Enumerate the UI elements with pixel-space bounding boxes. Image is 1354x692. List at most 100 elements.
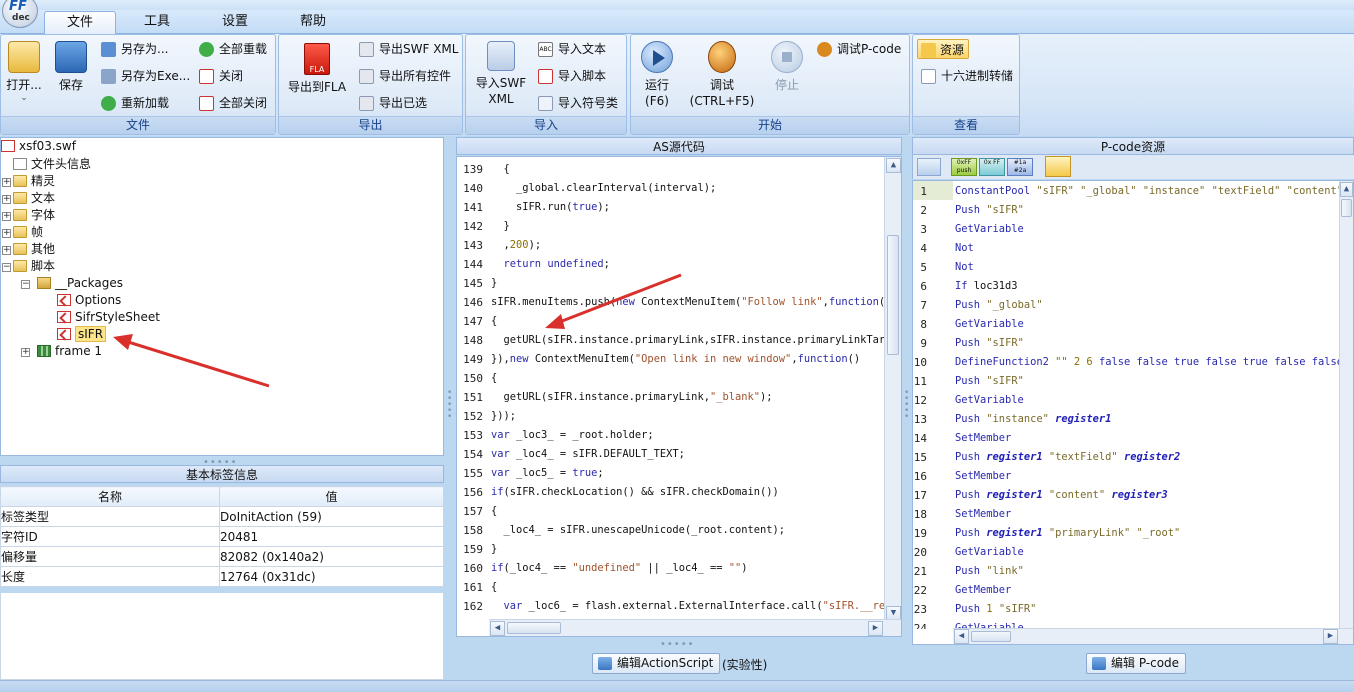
line-number: 18 bbox=[913, 508, 927, 521]
export-swf-xml-button[interactable]: 导出SWF XML bbox=[359, 39, 458, 59]
pcode-graph-icon[interactable] bbox=[917, 158, 941, 176]
scroll-right-arrow-icon[interactable]: ▶ bbox=[1323, 629, 1338, 644]
export-fla-button[interactable]: FLA 导出到FLA bbox=[285, 43, 349, 95]
tab-help[interactable]: 帮助 bbox=[280, 11, 346, 34]
import-symbol-icon bbox=[538, 96, 553, 111]
logo-dec-text: dec bbox=[12, 13, 30, 23]
cell-name: 标签类型 bbox=[0, 506, 220, 527]
code-line: { bbox=[491, 315, 498, 327]
pcode-code-area[interactable]: 1 ConstantPool "sIFR" "_global" "instance… bbox=[913, 181, 1339, 629]
line-number: 155 bbox=[463, 467, 483, 480]
as-hscroll-thumb[interactable] bbox=[507, 622, 561, 634]
line-number: 149 bbox=[463, 353, 483, 366]
table-row[interactable]: 标签类型 DoInitAction (59) bbox=[0, 506, 444, 527]
register-toggle[interactable]: #1a #2a bbox=[1007, 158, 1033, 176]
code-line: sIFR.run(true); bbox=[491, 201, 610, 213]
code-line: { bbox=[491, 581, 498, 593]
scroll-right-arrow-icon[interactable]: ▶ bbox=[868, 621, 883, 636]
stop-icon bbox=[771, 41, 803, 73]
tag-info-panel: 基本标签信息 名称 值 标签类型 DoInitAction (59) 字符ID 20… bbox=[0, 465, 444, 680]
line-number: 144 bbox=[463, 258, 483, 271]
line-number: 150 bbox=[463, 372, 483, 385]
pcode-line: DefineFunction2 "" 2 6 false false true … bbox=[955, 356, 1339, 368]
pcode-hscroll-thumb[interactable] bbox=[971, 631, 1011, 642]
as-vscroll-thumb[interactable] bbox=[887, 235, 899, 355]
pcode-line: Push "sIFR" bbox=[955, 204, 1024, 216]
import-swf-xml-button[interactable]: 导入SWF XML bbox=[470, 41, 532, 107]
cell-value: 12764 (0x31dc) bbox=[219, 566, 444, 587]
tab-settings[interactable]: 设置 bbox=[202, 11, 268, 34]
reload-button[interactable]: 重新加载 bbox=[101, 93, 169, 113]
export-all-button[interactable]: 导出所有控件 bbox=[359, 66, 451, 86]
import-text-button[interactable]: ABC 导入文本 bbox=[538, 39, 606, 59]
tab-file[interactable]: 文件 bbox=[44, 11, 116, 34]
debug-button[interactable]: 调试 (CTRL+F5) bbox=[687, 41, 757, 109]
stop-button[interactable]: 停止 bbox=[765, 41, 809, 93]
push-hex-toggle[interactable]: 0xFF push bbox=[951, 158, 977, 176]
code-line: _global.clearInterval(interval); bbox=[491, 182, 717, 194]
pcode-horizontal-scrollbar[interactable]: ◀ ▶ bbox=[953, 628, 1353, 644]
pcode-vertical-scrollbar[interactable]: ▲ bbox=[1339, 181, 1353, 631]
line-number: 16 bbox=[913, 470, 927, 483]
as-horizontal-scrollbar[interactable]: ◀ ▶ bbox=[489, 619, 901, 636]
line-number: 20 bbox=[913, 546, 927, 559]
pcode-editor[interactable]: 1 ConstantPool "sIFR" "_global" "instance… bbox=[912, 180, 1354, 645]
export-all-label: 导出所有控件 bbox=[379, 69, 452, 83]
table-row[interactable]: 字符ID 20481 bbox=[0, 526, 444, 547]
table-row[interactable]: 长度 12764 (0x31dc) bbox=[0, 566, 444, 587]
group-label-start: 开始 bbox=[631, 116, 909, 134]
debug-pcode-button[interactable]: 调试P-code bbox=[817, 39, 901, 59]
hex-dump-button[interactable]: 十六进制转储 bbox=[921, 66, 1013, 86]
save-as-button[interactable]: 另存为... bbox=[101, 39, 168, 59]
scroll-left-arrow-icon[interactable]: ◀ bbox=[490, 621, 505, 636]
as-code-area[interactable]: 139 {140 _global.clearInterval(interval)… bbox=[457, 157, 885, 620]
tag-info-table: 名称 值 标签类型 DoInitAction (59) 字符ID 20481 偏移量… bbox=[0, 486, 444, 587]
pcode-line: GetVariable bbox=[955, 394, 1024, 406]
reload-all-button[interactable]: 全部重载 bbox=[199, 39, 267, 59]
vertical-splitter-grip[interactable]: • • • • • bbox=[904, 389, 910, 430]
run-button[interactable]: 运行 (F6) bbox=[637, 41, 677, 109]
pcode-vscroll-thumb[interactable] bbox=[1341, 199, 1352, 217]
debug-pcode-label: 调试P-code bbox=[837, 42, 902, 56]
line-number: 153 bbox=[463, 429, 483, 442]
hex-toggle[interactable]: 0x FF bbox=[979, 158, 1005, 176]
scroll-up-arrow-icon[interactable]: ▲ bbox=[886, 158, 901, 173]
close-button[interactable]: 关闭 bbox=[199, 66, 243, 86]
cell-name: 偏移量 bbox=[0, 546, 220, 567]
cell-name: 字符ID bbox=[0, 526, 220, 547]
resources-toggle[interactable]: 资源 bbox=[917, 39, 970, 59]
open-button[interactable]: 打开... ⌄ bbox=[5, 41, 43, 103]
ribbon-group-file: 打开... ⌄ 保存 另存为... 另存为Exe... 重新加载 全部重载 关闭… bbox=[0, 34, 276, 135]
code-line: sIFR.menuItems.push(new ContextMenuItem(… bbox=[491, 296, 885, 308]
experimental-label: (实验性) bbox=[722, 658, 768, 672]
as-vertical-scrollbar[interactable]: ▲ ▼ bbox=[884, 157, 901, 622]
group-label-export: 导出 bbox=[279, 116, 462, 134]
save-as-exe-button[interactable]: 另存为Exe... bbox=[101, 66, 190, 86]
save-button[interactable]: 保存 bbox=[51, 41, 91, 93]
scroll-up-arrow-icon[interactable]: ▲ bbox=[1340, 182, 1353, 197]
line-number: 5 bbox=[920, 261, 927, 274]
import-swf-xml-label-2: XML bbox=[488, 92, 514, 106]
scroll-left-arrow-icon[interactable]: ◀ bbox=[954, 629, 969, 644]
debug-label: 调试 bbox=[709, 78, 734, 92]
import-script-button[interactable]: 导入脚本 bbox=[538, 66, 606, 86]
column-header-value[interactable]: 值 bbox=[219, 486, 444, 507]
cell-value: 20481 bbox=[219, 526, 444, 547]
as-source-editor[interactable]: 139 {140 _global.clearInterval(interval)… bbox=[456, 156, 902, 637]
column-header-name[interactable]: 名称 bbox=[0, 486, 220, 507]
edit-actionscript-button[interactable]: 编辑ActionScript bbox=[592, 653, 721, 674]
pcode-line: Push 1 "sIFR" bbox=[955, 603, 1037, 615]
line-number: 158 bbox=[463, 524, 483, 537]
export-selected-button[interactable]: 导出已选 bbox=[359, 93, 427, 113]
edit-pcode-button[interactable]: 编辑 P-code bbox=[1086, 653, 1187, 674]
line-number: 12 bbox=[913, 394, 927, 407]
import-symbol-button[interactable]: 导入符号类 bbox=[538, 93, 618, 113]
vertical-splitter-grip[interactable]: • • • • • bbox=[447, 389, 453, 430]
tab-tools[interactable]: 工具 bbox=[124, 11, 190, 34]
resolve-constants-toggle[interactable] bbox=[1045, 156, 1071, 177]
close-all-button[interactable]: 全部关闭 bbox=[199, 93, 267, 113]
table-row[interactable]: 偏移量 82082 (0x140a2) bbox=[0, 546, 444, 567]
reload-all-icon bbox=[199, 42, 214, 57]
swf-tree: xsf03.swf 文件头信息 + 精灵 + 文本 + 字体 + 帧 + 其他 … bbox=[0, 137, 444, 456]
splitter-grip[interactable]: ••••• bbox=[660, 639, 695, 650]
